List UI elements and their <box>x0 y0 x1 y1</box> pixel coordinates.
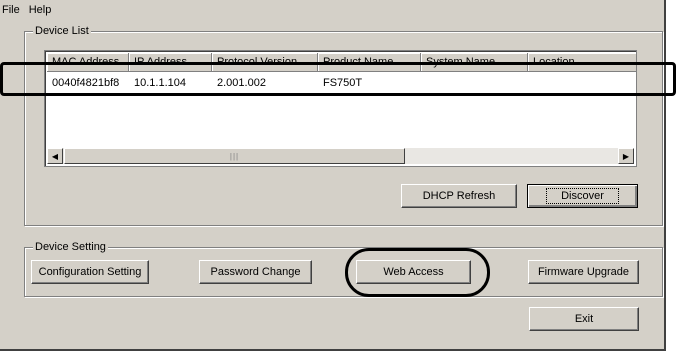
scroll-thumb[interactable]: ||| <box>64 148 405 164</box>
menu-help[interactable]: Help <box>29 3 52 17</box>
horizontal-scrollbar[interactable]: ◀ ||| ▶ <box>47 148 634 164</box>
exit-button[interactable]: Exit <box>529 307 639 331</box>
col-location[interactable]: Location <box>528 53 636 72</box>
col-product-name[interactable]: Product Name <box>318 53 421 72</box>
col-protocol-version[interactable]: Protocol Version <box>212 53 318 72</box>
cell-ip-address: 10.1.1.104 <box>134 77 186 89</box>
menu-bar: File Help <box>2 3 51 17</box>
scroll-left-icon[interactable]: ◀ <box>47 148 63 164</box>
password-change-button[interactable]: Password Change <box>199 260 312 284</box>
dhcp-refresh-button[interactable]: DHCP Refresh <box>401 184 517 208</box>
scroll-right-icon[interactable]: ▶ <box>618 148 634 164</box>
list-header: MAC Address IP Address Protocol Version … <box>47 53 636 72</box>
cell-system-name <box>421 75 528 92</box>
firmware-upgrade-button[interactable]: Firmware Upgrade <box>528 260 639 284</box>
device-list-view[interactable]: MAC Address IP Address Protocol Version … <box>44 50 637 167</box>
web-access-button[interactable]: Web Access <box>356 260 471 284</box>
device-setting-title: Device Setting <box>33 240 108 254</box>
col-mac-address[interactable]: MAC Address <box>47 53 129 72</box>
menu-file[interactable]: File <box>2 3 20 17</box>
utility-window: File Help Device List MAC Address IP Add… <box>0 0 666 351</box>
col-ip-address[interactable]: IP Address <box>129 53 212 72</box>
discover-button-label: Discover <box>546 188 619 204</box>
col-system-name[interactable]: System Name <box>421 53 528 72</box>
configuration-setting-button[interactable]: Configuration Setting <box>31 260 149 284</box>
discover-button[interactable]: Discover <box>527 184 638 208</box>
cell-location <box>528 75 636 92</box>
cell-product-name: FS750T <box>323 77 363 89</box>
cell-protocol-version: 2.001.002 <box>217 77 266 89</box>
table-row[interactable]: 0040f4821bf8 10.1.1.104 2.001.002 FS750T <box>47 75 636 92</box>
cell-mac-address: 0040f4821bf8 <box>52 77 120 89</box>
device-list-title: Device List <box>33 24 91 38</box>
